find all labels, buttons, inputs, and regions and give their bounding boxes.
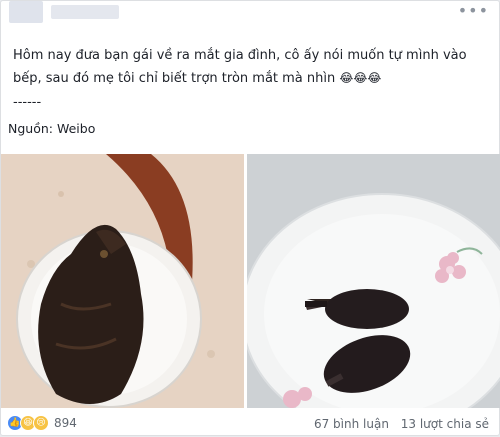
post-photos (1, 154, 500, 408)
post-text-line-2-text: bếp, sau đó mẹ tôi chỉ biết trợn tròn mắ… (13, 71, 336, 86)
photo-burnt-fish[interactable] (1, 154, 244, 408)
burnt-cakes-image (247, 154, 500, 408)
photo-burnt-cakes[interactable] (247, 154, 500, 408)
comment-count-link[interactable]: 67 bình luận (314, 417, 389, 431)
post-header: ••• (1, 1, 499, 35)
post-stats: 67 bình luận 13 lượt chia sẻ (306, 417, 489, 431)
author-name-redacted[interactable] (51, 5, 119, 19)
post-separator: ------ (13, 95, 42, 110)
laughing-emoji-icon: 😂😂😂 (339, 71, 382, 85)
sad-icon: 😢 (33, 415, 49, 431)
reactions-summary[interactable]: 👍 😆 😢 894 (7, 415, 77, 431)
post-footer: 👍 😆 😢 894 67 bình luận 13 lượt chia sẻ (1, 411, 499, 437)
post-text-line-1: Hôm nay đưa bạn gái về ra mắt gia đình, … (13, 48, 467, 63)
post-source: Nguồn: Weibo (8, 121, 96, 136)
burnt-fish-image (1, 154, 244, 408)
post-card: ••• Hôm nay đưa bạn gái về ra mắt gia đì… (0, 0, 500, 436)
share-count-link[interactable]: 13 lượt chia sẻ (401, 417, 489, 431)
author-avatar[interactable] (9, 1, 43, 23)
post-text-line-2: bếp, sau đó mẹ tôi chỉ biết trợn tròn mắ… (13, 67, 483, 90)
post-text: Hôm nay đưa bạn gái về ra mắt gia đình, … (13, 45, 483, 114)
reaction-count: 894 (54, 416, 77, 430)
more-options-icon[interactable]: ••• (458, 1, 489, 20)
